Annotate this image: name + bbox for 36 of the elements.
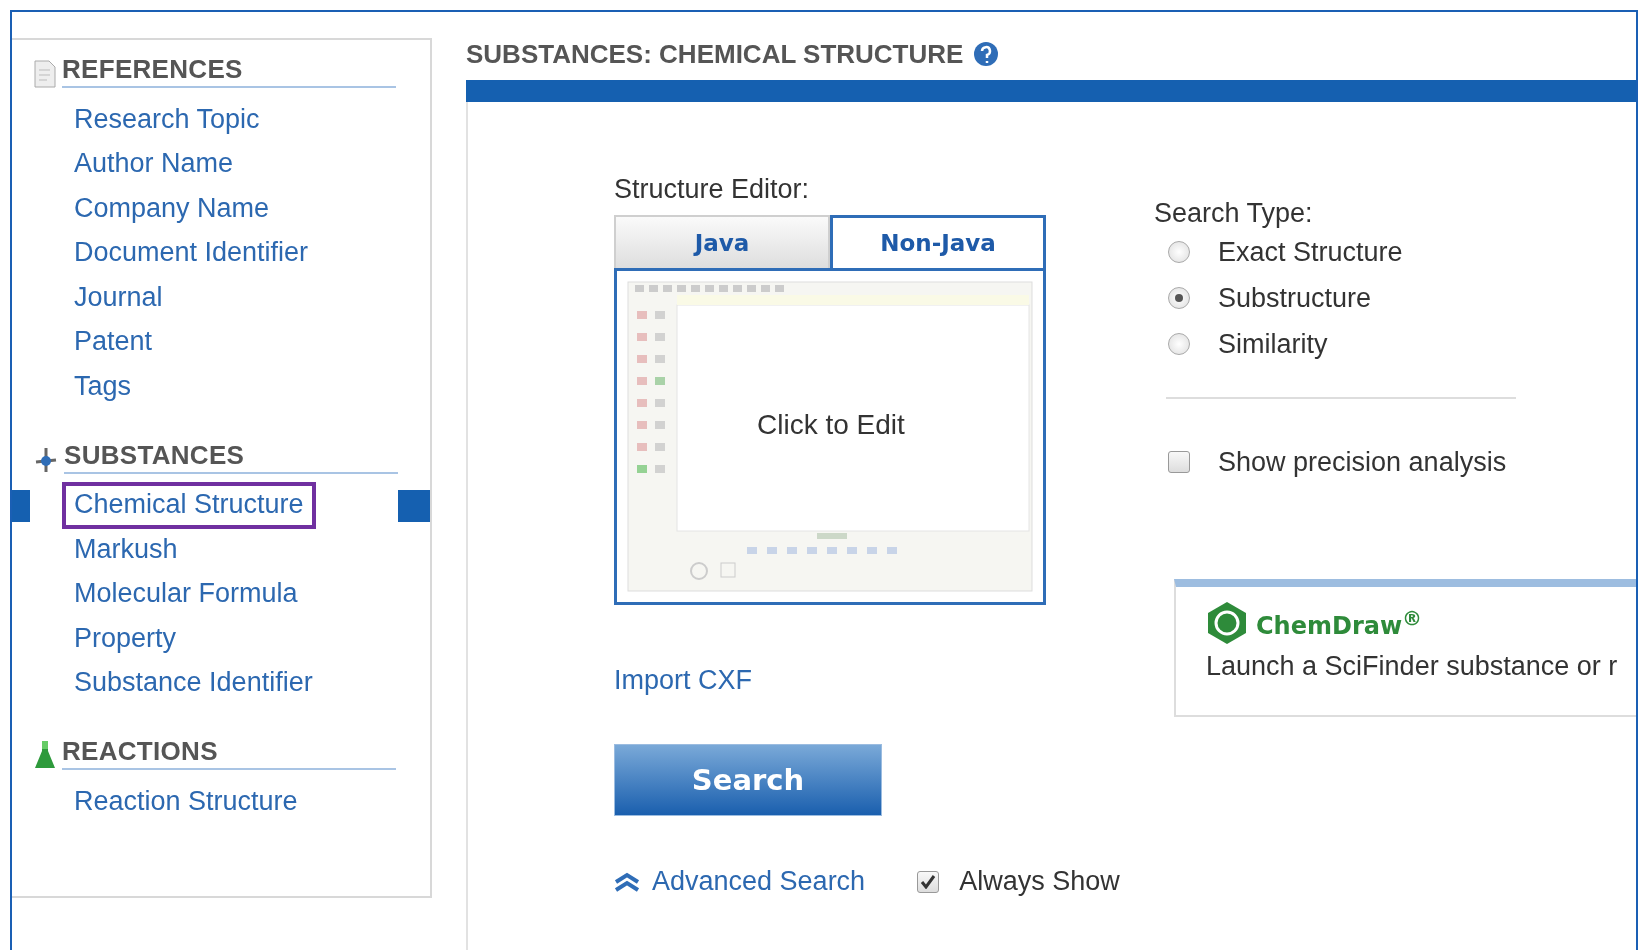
editor-label: Structure Editor: xyxy=(614,174,811,205)
search-button[interactable]: Search xyxy=(614,744,882,816)
sidebar-link[interactable]: Research Topic xyxy=(62,96,272,144)
editor-panel[interactable]: Click to Edit xyxy=(614,268,1046,605)
page-title: SUBSTANCES: CHEMICAL STRUCTURE xyxy=(466,38,964,70)
sidebar-link[interactable]: Reaction Structure xyxy=(62,778,310,826)
section-heading: REACTIONS xyxy=(62,736,396,770)
editor-tab[interactable]: Java xyxy=(614,215,830,268)
checkbox-label: Show precision analysis xyxy=(1218,446,1507,478)
radio-button[interactable] xyxy=(1168,287,1190,309)
chemdraw-brand: ChemDraw$^{®}$ xyxy=(1256,606,1423,640)
editor-prompt: Click to Edit xyxy=(757,409,905,441)
editor-tab[interactable]: Non-Java xyxy=(830,215,1046,268)
advanced-search-link[interactable]: Advanced Search xyxy=(614,866,866,897)
molecule-icon xyxy=(34,445,58,474)
document-icon xyxy=(34,60,56,88)
checkbox[interactable] xyxy=(1168,451,1190,473)
radio-label: Exact Structure xyxy=(1218,236,1403,268)
import-link[interactable]: Import CXF xyxy=(614,665,1054,696)
search-type-label: Search Type: xyxy=(1154,198,1314,229)
card-text: Launch a SciFinder substance or r xyxy=(1206,651,1618,681)
selection-marker xyxy=(398,489,430,522)
radio-label: Similarity xyxy=(1218,328,1328,360)
sidebar-link[interactable]: Chemical Structure xyxy=(62,482,316,530)
section-heading: REFERENCES xyxy=(62,54,396,88)
flask-icon xyxy=(34,740,56,770)
radio-button[interactable] xyxy=(1168,333,1190,355)
radio-label: Substructure xyxy=(1218,282,1372,314)
help-icon[interactable] xyxy=(973,41,1000,67)
double-chevron-icon xyxy=(614,871,640,892)
checkbox[interactable] xyxy=(917,870,940,893)
section-heading: SUBSTANCES xyxy=(64,439,398,474)
checkbox-label: Always Show xyxy=(959,866,1120,897)
hexagon-logo-icon xyxy=(1206,601,1248,645)
radio-button[interactable] xyxy=(1168,241,1190,263)
sidebar-link[interactable]: Substance Identifier xyxy=(62,660,325,708)
